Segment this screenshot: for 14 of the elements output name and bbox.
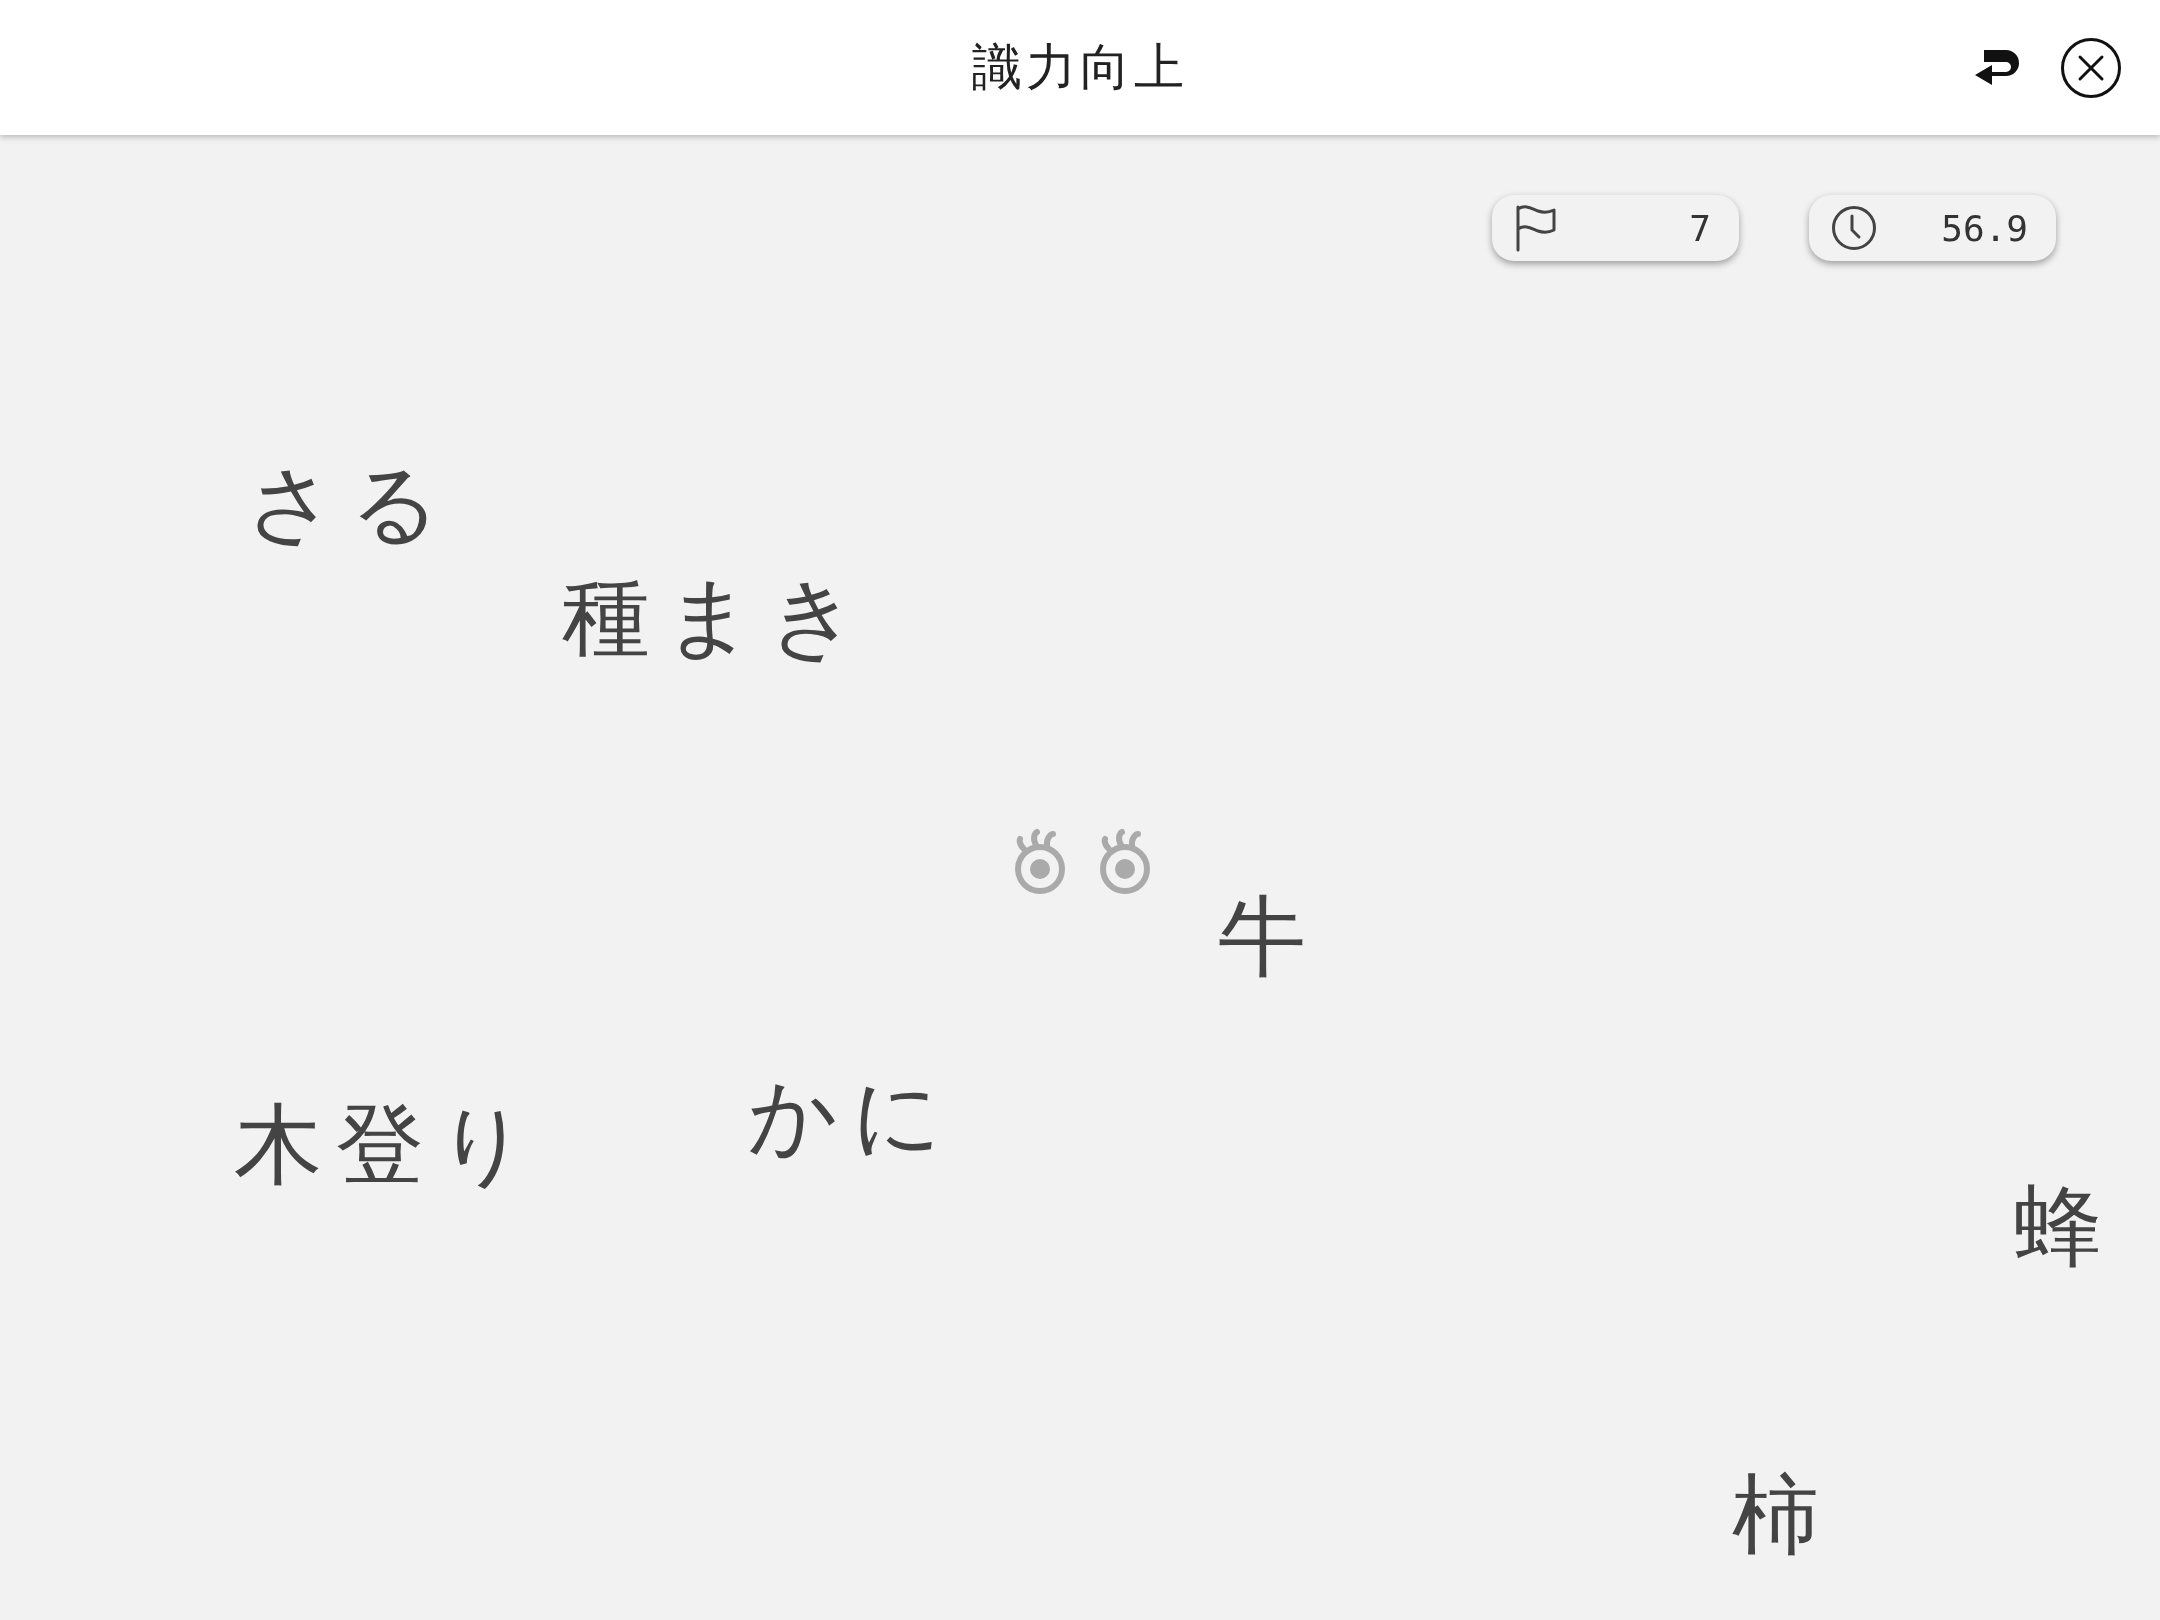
word-tile[interactable]: かに — [748, 1072, 956, 1160]
word-tile[interactable]: さる — [246, 460, 454, 548]
word-tile[interactable]: 種まき — [562, 573, 872, 661]
clock-icon — [1831, 205, 1877, 251]
time-value: 56.9 — [1941, 207, 2028, 249]
flag-count: 7 — [1689, 207, 1711, 249]
close-icon — [2060, 36, 2122, 99]
word-tile[interactable]: 蜂 — [2014, 1183, 2116, 1271]
flag-icon — [1514, 204, 1558, 252]
word-tile[interactable]: 牛 — [1218, 893, 1320, 981]
window-title: 識力向上 — [972, 37, 1188, 98]
close-button[interactable] — [2060, 36, 2122, 99]
word-tile[interactable]: 木登り — [234, 1101, 542, 1189]
word-tile[interactable]: 柿 — [1732, 1471, 1834, 1559]
